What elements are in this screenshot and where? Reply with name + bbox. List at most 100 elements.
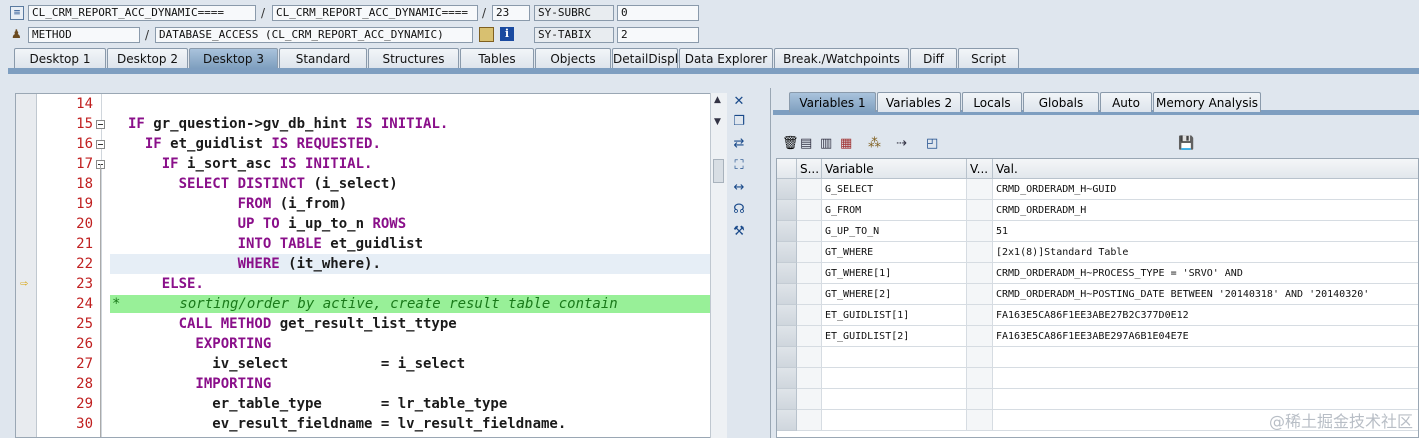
- scroll-thumb[interactable]: [713, 159, 724, 183]
- status-cell[interactable]: [797, 389, 822, 410]
- value-cell[interactable]: [993, 368, 1418, 389]
- version-cell[interactable]: [967, 389, 993, 410]
- tab-locals[interactable]: Locals: [962, 92, 1022, 112]
- code-line[interactable]: 28 IMPORTING: [16, 374, 711, 394]
- maximize-icon[interactable]: ⛶: [732, 159, 746, 173]
- variable-cell[interactable]: [822, 410, 967, 431]
- event-type-field[interactable]: METHOD: [28, 27, 140, 43]
- column-header[interactable]: V...: [967, 159, 993, 179]
- status-cell[interactable]: [797, 410, 822, 431]
- code-line[interactable]: 24 * sorting/order by active, create resu…: [16, 294, 711, 314]
- select-icon[interactable]: ◰: [926, 136, 938, 151]
- headset-icon[interactable]: ☊: [732, 203, 746, 217]
- code-line[interactable]: 29 er_table_type = lr_table_type: [16, 394, 711, 414]
- variable-cell[interactable]: GT_WHERE[1]: [822, 263, 967, 284]
- value-cell[interactable]: CRMD_ORDERADM_H: [993, 200, 1418, 221]
- code-line[interactable]: 18 SELECT DISTINCT (i_select): [16, 174, 711, 194]
- version-cell[interactable]: [967, 305, 993, 326]
- scroll-up-icon[interactable]: ▲: [714, 95, 721, 105]
- edit-icon[interactable]: ▤: [800, 136, 812, 151]
- variable-cell[interactable]: [822, 347, 967, 368]
- value-cell[interactable]: [2x1(8)]Standard Table: [993, 242, 1418, 263]
- value-cell[interactable]: CRMD_ORDERADM_H~POSTING_DATE BETWEEN '20…: [993, 284, 1418, 305]
- code-line[interactable]: 20 UP TO i_up_to_n ROWS: [16, 214, 711, 234]
- version-cell[interactable]: [967, 221, 993, 242]
- tab-memory-analysis[interactable]: Memory Analysis: [1153, 92, 1261, 112]
- tab-standard[interactable]: Standard: [279, 48, 367, 68]
- version-cell[interactable]: [967, 368, 993, 389]
- resize-icon[interactable]: ↔: [732, 181, 746, 195]
- code-line[interactable]: 15 IF gr_question->gv_db_hint IS INITIAL.: [16, 114, 711, 134]
- variable-cell[interactable]: GT_WHERE: [822, 242, 967, 263]
- status-cell[interactable]: [797, 242, 822, 263]
- tab-auto[interactable]: Auto: [1100, 92, 1152, 112]
- close-icon[interactable]: ✕: [732, 95, 746, 109]
- tab-tables[interactable]: Tables: [460, 48, 534, 68]
- variable-cell[interactable]: G_SELECT: [822, 179, 967, 200]
- status-cell[interactable]: [797, 179, 822, 200]
- scroll-down-icon[interactable]: ▼: [714, 117, 721, 127]
- row-selector[interactable]: [777, 284, 797, 305]
- row-selector[interactable]: [777, 200, 797, 221]
- method-name-field[interactable]: DATABASE_ACCESS (CL_CRM_REPORT_ACC_DYNAM…: [155, 27, 473, 43]
- status-cell[interactable]: [797, 326, 822, 347]
- code-line[interactable]: 14: [16, 94, 711, 114]
- value-cell[interactable]: [993, 389, 1418, 410]
- row-selector[interactable]: [777, 179, 797, 200]
- tab-desktop-3[interactable]: Desktop 3: [189, 48, 278, 68]
- code-line[interactable]: 25 CALL METHOD get_result_list_ttype: [16, 314, 711, 334]
- status-cell[interactable]: [797, 200, 822, 221]
- sysvar-value-field[interactable]: 2: [617, 27, 699, 43]
- status-cell[interactable]: [797, 263, 822, 284]
- row-selector[interactable]: [777, 242, 797, 263]
- tab-variables-2[interactable]: Variables 2: [877, 92, 961, 112]
- variable-cell[interactable]: ET_GUIDLIST[1]: [822, 305, 967, 326]
- code-line[interactable]: 27 iv_select = i_select: [16, 354, 711, 374]
- variable-cell[interactable]: GT_WHERE[2]: [822, 284, 967, 305]
- row-selector[interactable]: [777, 326, 797, 347]
- version-cell[interactable]: [967, 326, 993, 347]
- row-selector[interactable]: [777, 305, 797, 326]
- version-cell[interactable]: [967, 200, 993, 221]
- tab-data-explorer[interactable]: Data Explorer: [679, 48, 773, 68]
- value-cell[interactable]: 51: [993, 221, 1418, 242]
- variable-cell[interactable]: [822, 389, 967, 410]
- row-selector[interactable]: [777, 410, 797, 431]
- variable-cell[interactable]: G_UP_TO_N: [822, 221, 967, 242]
- table-icon[interactable]: ▦: [840, 136, 852, 151]
- tab-variables-1[interactable]: Variables 1: [789, 92, 876, 112]
- swap-icon[interactable]: ⇄: [732, 137, 746, 151]
- value-cell[interactable]: CRMD_ORDERADM_H~GUID: [993, 179, 1418, 200]
- tab-desktop-2[interactable]: Desktop 2: [107, 48, 188, 68]
- value-cell[interactable]: CRMD_ORDERADM_H~PROCESS_TYPE = 'SRVO' AN…: [993, 263, 1418, 284]
- code-line[interactable]: 26 EXPORTING: [16, 334, 711, 354]
- navigate-icon[interactable]: [479, 27, 494, 42]
- row-selector[interactable]: [777, 368, 797, 389]
- status-cell[interactable]: [797, 221, 822, 242]
- info-icon[interactable]: i: [500, 27, 514, 41]
- value-cell[interactable]: [993, 347, 1418, 368]
- variable-cell[interactable]: ET_GUIDLIST[2]: [822, 326, 967, 347]
- tab-structures[interactable]: Structures: [368, 48, 459, 68]
- code-line[interactable]: 23 ELSE. ⇨: [16, 274, 711, 294]
- version-cell[interactable]: [967, 263, 993, 284]
- program-field[interactable]: CL_CRM_REPORT_ACC_DYNAMIC====: [28, 5, 256, 21]
- fold-toggle-icon[interactable]: [96, 140, 105, 149]
- value-cell[interactable]: FA163E5CA86F1EE3ABE27B2C377D0E12: [993, 305, 1418, 326]
- version-cell[interactable]: [967, 242, 993, 263]
- row-selector[interactable]: [777, 347, 797, 368]
- version-cell[interactable]: [967, 179, 993, 200]
- copy-icon[interactable]: ▥: [820, 136, 832, 151]
- value-cell[interactable]: FA163E5CA86F1EE3ABE297A6B1E04E7E: [993, 326, 1418, 347]
- status-cell[interactable]: [797, 284, 822, 305]
- status-cell[interactable]: [797, 305, 822, 326]
- tab-desktop-1[interactable]: Desktop 1: [14, 48, 106, 68]
- code-scrollbar[interactable]: ▲ ▼: [710, 93, 727, 438]
- delete-icon[interactable]: 🗑: [782, 136, 799, 151]
- code-line[interactable]: 16 IF et_guidlist IS REQUESTED.: [16, 134, 711, 154]
- code-line[interactable]: 22 WHERE (it_where).: [16, 254, 711, 274]
- column-header[interactable]: Variable: [822, 159, 967, 179]
- row-selector[interactable]: [777, 263, 797, 284]
- variable-cell[interactable]: G_FROM: [822, 200, 967, 221]
- code-line[interactable]: 19 FROM (i_from): [16, 194, 711, 214]
